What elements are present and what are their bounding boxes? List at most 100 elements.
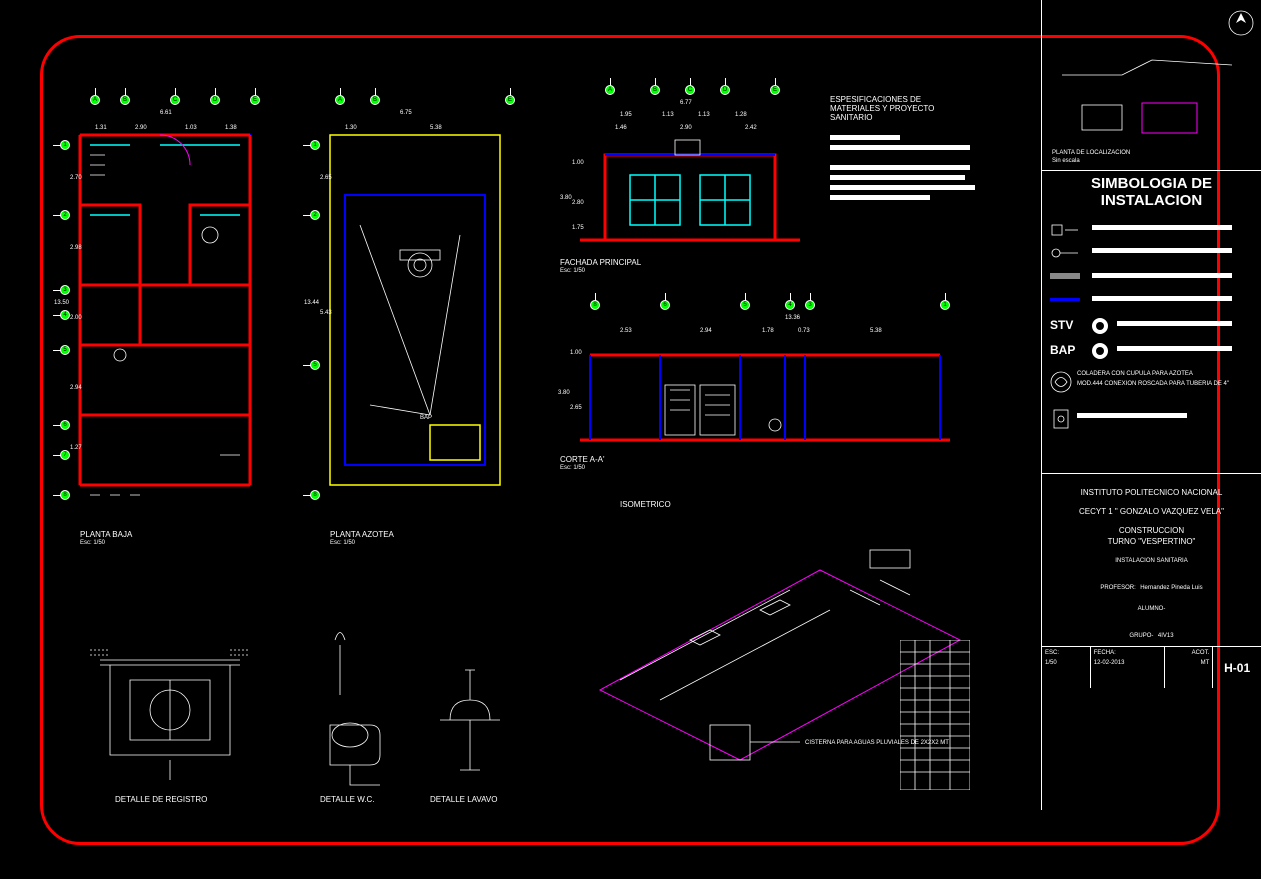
grid-marker: 4 [60, 310, 70, 320]
dim: 2.94 [700, 328, 712, 334]
grid-marker: B [650, 85, 660, 95]
grid-marker: 2 [310, 210, 320, 220]
grid-marker: C [685, 85, 695, 95]
redacted-line [1117, 321, 1232, 326]
specs-heading: ESPESIFICACIONES DE MATERIALES Y PROYECT… [830, 95, 960, 122]
redacted-line [1117, 346, 1232, 351]
dim: 1.27 [70, 445, 82, 451]
dim: 1.13 [662, 112, 674, 118]
dim: 2.90 [680, 125, 692, 131]
dim: 6.61 [160, 110, 172, 116]
view-title: DETALLE W.C. [320, 795, 375, 804]
grid-marker: 5 [60, 345, 70, 355]
grid-marker: 1 [940, 300, 950, 310]
redacted-line [830, 195, 930, 200]
view-scale: Esc: 1/50 [560, 465, 585, 471]
title-block: PLANTA DE LOCALIZACION Sin escala SIMBOL… [1041, 0, 1261, 810]
fecha-label: FECHA: [1094, 650, 1161, 656]
dim: 1.03 [185, 125, 197, 131]
planta-baja-drawing [60, 105, 290, 535]
dim: 6.75 [400, 110, 412, 116]
dim: 2.65 [570, 405, 582, 411]
dim: 13.36 [785, 315, 800, 321]
fachada-drawing [560, 100, 820, 260]
redacted-line [1092, 248, 1232, 253]
dim: 6.77 [680, 100, 692, 106]
view-title: PLANTA BAJA [80, 530, 132, 539]
view-title: PLANTA DE LOCALIZACION [1052, 150, 1130, 156]
dim: 1.95 [620, 112, 632, 118]
north-arrow-icon [1226, 8, 1256, 38]
redacted-line [830, 135, 900, 140]
prof-label: PROFESOR: [1100, 585, 1135, 591]
dim: 2.70 [70, 175, 82, 181]
dim: 5.38 [430, 125, 442, 131]
grid-marker: B [370, 95, 380, 105]
grupo-label: GRUPO- [1129, 633, 1153, 639]
redacted-line [1077, 413, 1187, 418]
dim: 2.80 [572, 200, 584, 206]
grid-marker: B [120, 95, 130, 105]
view-title: CORTE A-A' [560, 455, 605, 464]
grid-marker: 5 [310, 360, 320, 370]
dim: 1.75 [572, 225, 584, 231]
dim: 2.53 [620, 328, 632, 334]
grid-marker: C [170, 95, 180, 105]
alumno-label: ALUMNO- [1046, 606, 1257, 612]
grid-marker: 1 [310, 140, 320, 150]
grid-marker: E [770, 85, 780, 95]
dim: 1.30 [345, 125, 357, 131]
detalle-lavabo-drawing [420, 640, 530, 790]
detalle-wc-drawing [300, 625, 410, 790]
acot-label: ACOT. [1168, 650, 1210, 656]
dim: 2.94 [70, 385, 82, 391]
view-scale: Esc: 1/50 [330, 540, 355, 546]
grid-marker: 1 [60, 140, 70, 150]
dim: 2.00 [70, 315, 82, 321]
view-title: FACHADA PRINCIPAL [560, 258, 641, 267]
grid-marker: 6 [660, 300, 670, 310]
grid-marker: 3 [60, 285, 70, 295]
dim: 1.38 [225, 125, 237, 131]
view-title: ISOMETRICO [620, 500, 671, 509]
bap-label: BAP [420, 415, 432, 421]
grid-marker: E [250, 95, 260, 105]
grid-marker: 8 [310, 490, 320, 500]
redacted-line [1092, 225, 1232, 230]
view-scale: Esc: 1/50 [560, 268, 585, 274]
dim: 0.73 [798, 328, 810, 334]
dim: 5.43 [320, 310, 332, 316]
conexion-label: MOD.444 CONEXION ROSCADA PARA TUBERIA DE… [1077, 381, 1252, 387]
redacted-line [1092, 296, 1232, 301]
dept-label: CONSTRUCCION [1046, 526, 1257, 535]
drawing-label: INSTALACION SANITARIA [1046, 558, 1257, 564]
redacted-line [830, 175, 965, 180]
grid-marker: E [505, 95, 515, 105]
grid-marker: 6 [60, 420, 70, 430]
grid-marker: 8 [60, 490, 70, 500]
view-scale: Sin escala [1052, 158, 1080, 164]
view-title: PLANTA AZOTEA [330, 530, 394, 539]
dim: 1.31 [95, 125, 107, 131]
simbologia-heading: SIMBOLOGIA DE INSTALACION [1046, 175, 1257, 209]
grid-marker: A [335, 95, 345, 105]
redacted-line [1092, 273, 1232, 278]
dim: 3.80 [560, 195, 572, 201]
acot-value: MT [1168, 660, 1210, 666]
school-label: CECYT 1 " GONZALO VAZQUEZ VELA" [1046, 507, 1257, 516]
grid-marker: 3 [805, 300, 815, 310]
grid-marker: 7 [60, 450, 70, 460]
esc-label: ESC: [1045, 650, 1087, 656]
dim: 2.90 [135, 125, 147, 131]
dim: 3.80 [558, 390, 570, 396]
dim: 5.38 [870, 328, 882, 334]
esc-value: 1/50 [1045, 660, 1087, 666]
bap-label: BAP [1050, 343, 1075, 357]
view-title: DETALLE DE REGISTRO [115, 795, 207, 804]
iso-table [900, 640, 970, 790]
inst-label: INSTITUTO POLITECNICO NACIONAL [1046, 488, 1257, 497]
grupo-value: 4IV13 [1158, 633, 1174, 639]
dim: 2.65 [320, 175, 332, 181]
dim: 1.13 [698, 112, 710, 118]
view-scale: Esc: 1/50 [80, 540, 105, 546]
